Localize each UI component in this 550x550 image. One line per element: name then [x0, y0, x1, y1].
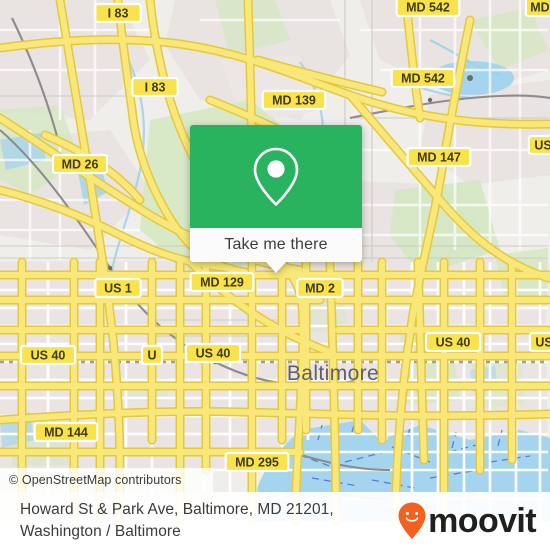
highway-shield: I 83: [131, 76, 179, 98]
highway-shield: MD 542: [390, 67, 456, 89]
address-line-2: Washington / Baltimore: [20, 523, 181, 540]
highway-shield-label: MD 542: [406, 1, 450, 15]
take-me-there-button[interactable]: Take me there: [190, 228, 362, 262]
location-popup-card[interactable]: Take me there: [190, 125, 362, 273]
highway-shield: MD: [524, 0, 550, 18]
highway-shield: U: [140, 344, 164, 366]
highway-shield-label: US: [535, 336, 550, 350]
highway-shield: MD 139: [261, 89, 327, 111]
location-address: Howard St & Park Ave, Baltimore, MD 2120…: [20, 499, 334, 543]
highway-shield-label: MD 129: [200, 276, 244, 290]
footer-bar: Howard St & Park Ave, Baltimore, MD 2120…: [0, 492, 550, 550]
map-pin-icon: [253, 147, 299, 206]
highway-shield-label: I 83: [108, 7, 129, 21]
highway-shield: US 40: [184, 342, 242, 364]
highway-shield: US: [527, 134, 550, 156]
highway-shield-label: US 1: [104, 282, 132, 296]
osm-attribution[interactable]: © OpenStreetMap contributors: [0, 468, 213, 492]
highway-shield-label: US 40: [196, 347, 231, 361]
moovit-logo[interactable]: moovit: [397, 501, 537, 541]
moovit-smiley-pin-icon: [398, 502, 426, 539]
highway-shield: MD 2: [296, 277, 344, 299]
highway-shield-label: MD 26: [62, 158, 99, 172]
address-line-1: Howard St & Park Ave, Baltimore, MD 2120…: [20, 501, 334, 518]
moovit-map-screenshot: Baltimore I 83 MD 542 MD I 83 MD 542 MD 139 MD…: [0, 0, 550, 550]
highway-shield-label: MD: [530, 1, 549, 15]
highway-shield: MD 129: [189, 271, 255, 293]
highway-shield: MD 147: [406, 146, 472, 168]
highway-shield: I 83: [94, 2, 142, 24]
highway-shield-label: US 40: [31, 349, 66, 363]
popup-pointer-tail: [266, 262, 286, 273]
highway-shield-label: MD 2: [305, 282, 335, 296]
highway-shield: US 1: [94, 277, 142, 299]
highway-shield: US: [528, 331, 550, 353]
highway-shield-label: MD 295: [235, 456, 279, 470]
popup-icon-panel: [190, 125, 362, 228]
highway-shield: MD 26: [51, 153, 109, 175]
osm-attribution-text: © OpenStreetMap contributors: [9, 473, 182, 487]
map-city-label: Baltimore: [287, 362, 379, 385]
highway-shield-label: MD 144: [44, 426, 88, 440]
highway-shield: US 40: [424, 331, 482, 353]
highway-shield: US 40: [19, 344, 77, 366]
highway-shield: MD 295: [224, 451, 290, 473]
highway-shield-label: MD 542: [401, 72, 445, 86]
moovit-wordmark: moovit: [428, 502, 536, 540]
highway-shield: MD 144: [33, 421, 99, 443]
highway-shield: MD 542: [395, 0, 461, 18]
highway-shield-label: I 83: [145, 81, 166, 95]
highway-shield-label: MD 147: [417, 151, 461, 165]
highway-shield-label: US 40: [436, 336, 471, 350]
take-me-there-label: Take me there: [224, 236, 328, 253]
highway-shield-label: US: [534, 139, 550, 153]
highway-shield-label: U: [147, 349, 156, 363]
highway-shield-label: MD 139: [272, 94, 316, 108]
